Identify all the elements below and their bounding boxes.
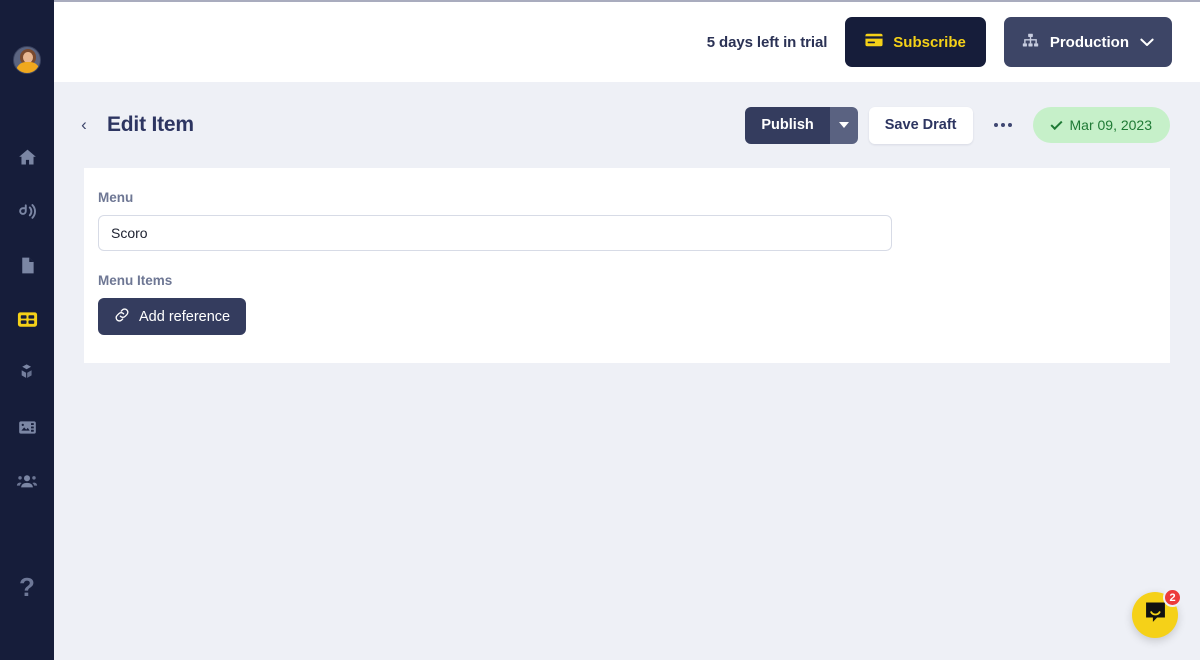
environment-selector[interactable]: Production — [1003, 17, 1172, 67]
sidebar-nav — [10, 140, 44, 518]
users-icon — [16, 470, 38, 492]
publish-button-group: Publish — [745, 106, 858, 144]
link-icon — [114, 307, 130, 327]
chevron-down-icon — [1140, 34, 1154, 51]
menu-input[interactable] — [98, 215, 892, 251]
publish-button[interactable]: Publish — [745, 106, 830, 144]
blocks-icon — [16, 362, 38, 384]
publish-dropdown-toggle[interactable] — [829, 106, 858, 144]
help-icon[interactable]: ? — [19, 574, 35, 600]
dot — [993, 123, 998, 127]
sidebar-item-pages[interactable] — [10, 248, 44, 282]
add-reference-button[interactable]: Add reference — [98, 298, 247, 335]
sidebar-item-content[interactable] — [10, 302, 44, 336]
sidebar-item-models[interactable] — [10, 356, 44, 390]
subscribe-button[interactable]: Subscribe — [845, 17, 986, 67]
blog-icon — [17, 201, 38, 222]
menu-items-label: Menu Items — [98, 273, 173, 288]
app-root: ? 5 days left in trial Subscribe Product… — [0, 0, 1200, 660]
chat-launcher-button[interactable]: 2 — [1132, 588, 1182, 638]
status-badge-label: Mar 09, 2023 — [1069, 117, 1153, 133]
sidebar: ? — [0, 0, 54, 660]
chevron-down-icon — [838, 122, 849, 128]
sitemap-icon — [1022, 33, 1039, 52]
sidebar-item-users[interactable] — [10, 464, 44, 498]
trial-status-text: 5 days left in trial — [706, 33, 828, 51]
status-badge: Mar 09, 2023 — [1032, 107, 1170, 143]
back-button[interactable]: ‹ — [54, 115, 94, 135]
avatar-body — [16, 62, 40, 73]
page-header: ‹ Edit Item Publish Save Draft Mar 09, 2… — [54, 82, 1200, 168]
edit-form-card: Menu Menu Items Add reference — [84, 168, 1170, 363]
media-icon — [17, 417, 38, 438]
sidebar-item-home[interactable] — [10, 140, 44, 174]
home-icon — [17, 147, 38, 168]
sidebar-item-blog[interactable] — [10, 194, 44, 228]
page-title: Edit Item — [107, 113, 194, 136]
user-avatar[interactable] — [13, 46, 41, 74]
menu-field-label: Menu — [98, 190, 134, 205]
chat-unread-badge: 2 — [1163, 588, 1182, 607]
top-bar: 5 days left in trial Subscribe Productio… — [54, 0, 1200, 82]
pages-icon — [17, 255, 38, 276]
page-header-actions: Publish Save Draft Mar 09, 2023 — [745, 106, 1170, 144]
subscribe-label: Subscribe — [893, 33, 966, 51]
dot — [1000, 123, 1005, 127]
chat-bubble-icon — [1143, 600, 1168, 630]
environment-label: Production — [1049, 33, 1129, 51]
dot — [1007, 123, 1012, 127]
main-column: 5 days left in trial Subscribe Productio… — [54, 0, 1200, 660]
add-reference-label: Add reference — [139, 308, 231, 325]
more-options-button[interactable] — [988, 110, 1018, 140]
grid-icon — [16, 308, 39, 331]
credit-card-icon — [865, 33, 883, 51]
check-icon — [1049, 117, 1063, 130]
sidebar-item-media[interactable] — [10, 410, 44, 444]
save-draft-button[interactable]: Save Draft — [868, 106, 973, 144]
sidebar-bottom: ? — [19, 574, 35, 600]
